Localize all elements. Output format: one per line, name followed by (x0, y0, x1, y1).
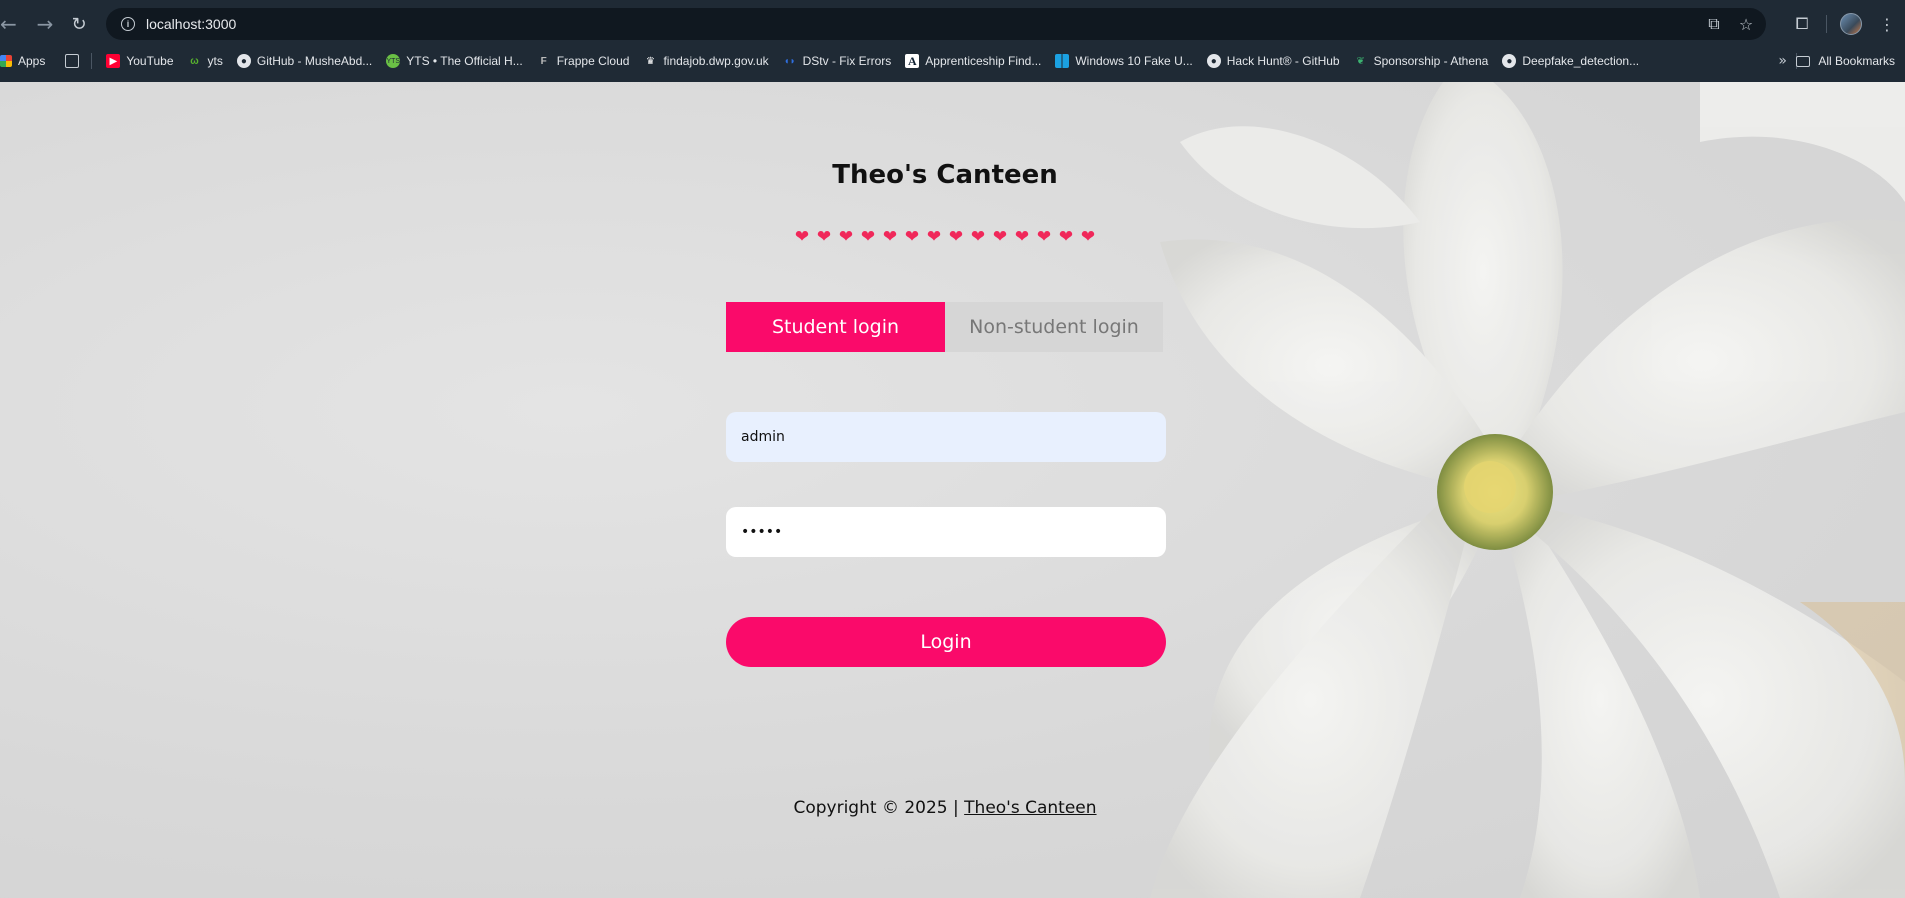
github-icon: ● (236, 54, 251, 68)
bookmark-label: Frappe Cloud (556, 54, 630, 68)
footer-link[interactable]: Theo's Canteen (964, 798, 1096, 818)
heart-icon: ❤ (860, 226, 876, 247)
folder-icon (1796, 55, 1811, 67)
url-text[interactable]: localhost:3000 (146, 16, 236, 32)
bookmark-label: yts (207, 54, 223, 68)
address-bar-actions: ⧉ ☆ (1700, 8, 1760, 40)
bookmark-label: Apprenticeship Find... (925, 54, 1042, 68)
heart-icon: ❤ (882, 226, 898, 247)
bookmark-youtube[interactable]: ▶ YouTube (106, 54, 174, 68)
frappe-icon: F (540, 55, 547, 67)
login-type-tabs: Student login Non-student login (726, 302, 1163, 352)
footer: Copyright © 2025 | Theo's Canteen (0, 798, 1890, 818)
forward-icon[interactable]: → (28, 7, 62, 41)
tab-groups-icon[interactable] (65, 54, 80, 68)
bookmark-yts[interactable]: ω yts (188, 54, 223, 68)
heart-icon: ❤ (838, 226, 854, 247)
toolbar-right: ⧠ ⋮ (1784, 6, 1905, 42)
bookmark-athena[interactable]: ❦ Sponsorship - Athena (1354, 54, 1489, 68)
address-bar[interactable]: i localhost:3000 ⧉ ☆ (106, 8, 1766, 40)
athena-icon: ❦ (1356, 55, 1365, 67)
reload-icon[interactable]: ↻ (62, 7, 96, 41)
login-button[interactable]: Login (726, 617, 1166, 667)
heart-icon: ❤ (816, 226, 832, 247)
back-icon[interactable]: ← (0, 7, 20, 41)
heart-icon: ❤ (794, 226, 810, 247)
bookmark-label: GitHub - MusheAbd... (256, 54, 373, 68)
heart-icon: ❤ (992, 226, 1008, 247)
browser-toolbar: ← → ↻ i localhost:3000 ⧉ ☆ ⧠ ⋮ (0, 6, 1905, 42)
windows-icon (1055, 54, 1070, 68)
bookmark-label: Apps (18, 54, 46, 68)
bookmark-apprenticeship[interactable]: A Apprenticeship Find... (905, 54, 1041, 68)
bookmark-label: findajob.dwp.gov.uk (663, 54, 769, 68)
toolbar-divider (1826, 15, 1827, 33)
profile-avatar[interactable] (1833, 6, 1869, 42)
bookmarks-divider (91, 53, 93, 69)
heart-icon: ❤ (904, 226, 920, 247)
bookmark-label: DStv - Fix Errors (802, 54, 892, 68)
heart-icon: ❤ (970, 226, 986, 247)
browser-chrome: ← → ↻ i localhost:3000 ⧉ ☆ ⧠ ⋮ Apps ▶ You… (0, 0, 1905, 82)
bookmark-label: Hack Hunt® - GitHub (1226, 54, 1340, 68)
bookmark-label: Deepfake_detection... (1522, 54, 1640, 68)
crown-icon: ♛ (645, 55, 655, 67)
bookmark-apps[interactable]: Apps (0, 54, 45, 68)
bookmark-label: Windows 10 Fake U... (1075, 54, 1193, 68)
apps-icon (0, 55, 12, 67)
dstv-icon: ◖◗ (783, 55, 796, 67)
bookmark-dstv[interactable]: ◖◗ DStv - Fix Errors (783, 54, 892, 68)
heart-icon: ❤ (1080, 226, 1096, 247)
bookmark-star-icon[interactable]: ☆ (1732, 10, 1760, 38)
github-icon: ● (1502, 54, 1517, 68)
extensions-icon[interactable]: ⧠ (1784, 6, 1820, 42)
username-input[interactable] (726, 412, 1166, 462)
tab-student-login[interactable]: Student login (726, 302, 945, 352)
yts-icon: ω (190, 55, 199, 67)
site-info-icon[interactable]: i (112, 8, 144, 40)
bookmark-windows[interactable]: Windows 10 Fake U... (1055, 54, 1193, 68)
bookmark-label: Sponsorship - Athena (1373, 54, 1489, 68)
copyright-text: Copyright © 2025 | (793, 798, 965, 818)
page-content: Theo's Canteen ❤ ❤ ❤ ❤ ❤ ❤ ❤ ❤ ❤ ❤ ❤ ❤ ❤… (0, 82, 1905, 898)
heart-icon: ❤ (1058, 226, 1074, 247)
bookmark-frappe[interactable]: F Frappe Cloud (537, 54, 630, 68)
hearts-row: ❤ ❤ ❤ ❤ ❤ ❤ ❤ ❤ ❤ ❤ ❤ ❤ ❤ ❤ (793, 228, 1097, 246)
flower-background-image (1150, 82, 1905, 898)
all-bookmarks[interactable]: All Bookmarks (1796, 48, 1895, 74)
heart-icon: ❤ (948, 226, 964, 247)
tab-non-student-login[interactable]: Non-student login (945, 302, 1163, 352)
heart-icon: ❤ (926, 226, 942, 247)
youtube-icon: ▶ (106, 54, 121, 68)
apprenticeship-icon: A (905, 54, 920, 68)
password-input[interactable] (726, 507, 1166, 557)
bookmark-label: YTS • The Official H... (406, 54, 523, 68)
install-app-icon[interactable]: ⧉ (1700, 10, 1728, 38)
bookmark-hackhunt[interactable]: ● Hack Hunt® - GitHub (1206, 54, 1340, 68)
bookmark-yts-official[interactable]: YTS YTS • The Official H... (386, 54, 523, 68)
bookmark-label: YouTube (126, 54, 174, 68)
bookmark-deepfake[interactable]: ● Deepfake_detection... (1502, 54, 1639, 68)
heart-icon: ❤ (1014, 226, 1030, 247)
more-bookmarks-icon[interactable]: » (1778, 48, 1787, 74)
avatar (1840, 13, 1862, 35)
heart-icon: ❤ (1036, 226, 1052, 247)
menu-icon[interactable]: ⋮ (1869, 6, 1905, 42)
bookmarks-bar: Apps ▶ YouTube ω yts ● GitHub - MusheAbd...… (0, 48, 1905, 74)
yts-official-icon: YTS (386, 54, 401, 68)
github-icon: ● (1206, 54, 1221, 68)
bookmark-github-mushe[interactable]: ● GitHub - MusheAbd... (236, 54, 373, 68)
all-bookmarks-label: All Bookmarks (1818, 54, 1895, 68)
page-title: Theo's Canteen (832, 160, 1058, 190)
bookmark-findajob[interactable]: ♛ findajob.dwp.gov.uk (643, 54, 769, 68)
